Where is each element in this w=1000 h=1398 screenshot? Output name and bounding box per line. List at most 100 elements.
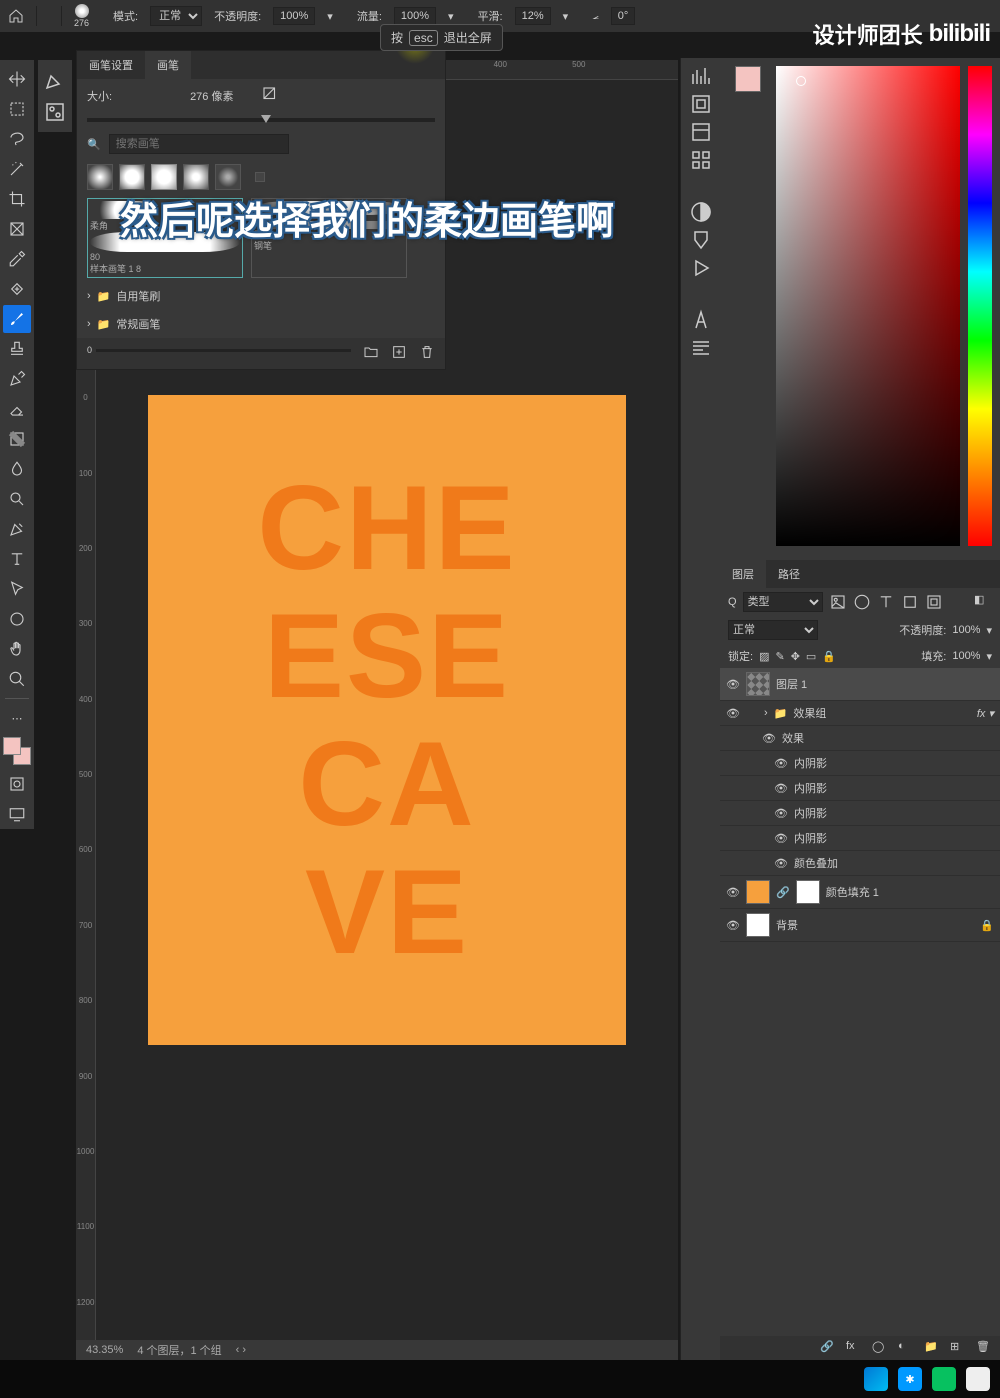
nav-arrows[interactable]: ‹ ›: [236, 1344, 246, 1356]
shape-tool[interactable]: [3, 605, 31, 633]
windows-start-icon[interactable]: [864, 1367, 888, 1391]
layer-row[interactable]: 👁内阴影: [720, 751, 1000, 776]
angle-value[interactable]: 0°: [611, 7, 636, 25]
eye-icon[interactable]: 👁: [774, 757, 788, 770]
styles-icon[interactable]: [689, 228, 713, 252]
flip-icon[interactable]: [261, 85, 279, 106]
home-icon[interactable]: [8, 8, 24, 24]
histogram-icon[interactable]: [689, 64, 713, 88]
layer-row[interactable]: 👁内阴影: [720, 826, 1000, 851]
taskbar-wechat-icon[interactable]: [932, 1367, 956, 1391]
brush-size-value[interactable]: 276 像素: [190, 88, 233, 104]
flow-value[interactable]: 100%: [394, 7, 436, 25]
chevron-down-icon[interactable]: ▾: [563, 10, 569, 23]
lasso-tool[interactable]: [3, 125, 31, 153]
new-brush-icon[interactable]: [391, 344, 407, 363]
color-sv-picker[interactable]: [776, 66, 960, 546]
gradient-tool[interactable]: [3, 425, 31, 453]
layer-opacity-value[interactable]: 100%: [952, 624, 980, 636]
tab-brush-settings[interactable]: 画笔设置: [77, 51, 145, 79]
brush-preset-picker[interactable]: 276: [74, 4, 89, 28]
trash-icon[interactable]: [419, 344, 435, 363]
brush-settings-icon[interactable]: [43, 68, 67, 92]
color-hue-slider[interactable]: [968, 66, 992, 546]
color-swatch-current[interactable]: [735, 66, 761, 92]
properties-icon[interactable]: [689, 120, 713, 144]
angle-icon[interactable]: ⦟: [592, 10, 599, 23]
layer-blend-select[interactable]: 正常: [728, 620, 818, 640]
brush-folder[interactable]: ›📁常规画笔: [77, 310, 445, 338]
filter-type-icon[interactable]: [877, 593, 895, 611]
brush-folder[interactable]: ›📁自用笔刷: [77, 282, 445, 310]
marquee-tool[interactable]: [3, 95, 31, 123]
filter-toggle-icon[interactable]: ◧: [974, 593, 992, 611]
adjustment-layer-icon[interactable]: ◐: [898, 1340, 914, 1356]
pen-tool[interactable]: [3, 515, 31, 543]
lock-all-icon[interactable]: 🔒: [822, 650, 836, 663]
filter-image-icon[interactable]: [829, 593, 847, 611]
lock-artboard-icon[interactable]: ▭: [806, 650, 816, 663]
layer-row[interactable]: 👁颜色叠加: [720, 851, 1000, 876]
layer-row[interactable]: 👁›📁效果组fx ▾: [720, 701, 1000, 726]
type-tool[interactable]: [3, 545, 31, 573]
frame-tool[interactable]: [3, 215, 31, 243]
taskbar-app-icon[interactable]: [966, 1367, 990, 1391]
libraries-icon[interactable]: [689, 148, 713, 172]
brush-tip-thumb[interactable]: [87, 164, 113, 190]
paragraph-icon[interactable]: [689, 336, 713, 360]
layer-thumb[interactable]: [746, 913, 770, 937]
mask-icon[interactable]: ◯: [872, 1340, 888, 1356]
layer-row[interactable]: 👁图层 1: [720, 668, 1000, 701]
mask-thumb[interactable]: [796, 880, 820, 904]
eye-icon[interactable]: 👁: [726, 886, 740, 899]
doc-info[interactable]: 4 个图层，1 个组: [137, 1342, 221, 1358]
fill-value[interactable]: 100%: [952, 650, 980, 662]
link-icon[interactable]: 🔗: [820, 1340, 836, 1356]
taskbar-app-icon[interactable]: ✱: [898, 1367, 922, 1391]
edit-toolbar-icon[interactable]: ⋯: [3, 704, 31, 732]
eraser-tool[interactable]: [3, 395, 31, 423]
layer-row[interactable]: 👁背景🔒: [720, 909, 1000, 942]
healing-tool[interactable]: [3, 275, 31, 303]
brush-tip-thumb[interactable]: [183, 164, 209, 190]
layer-row[interactable]: 👁效果: [720, 726, 1000, 751]
play-icon[interactable]: [689, 256, 713, 280]
brush-tip-thumb[interactable]: [119, 164, 145, 190]
brush-size-slider[interactable]: [87, 118, 435, 122]
trash-icon[interactable]: 🗑: [976, 1340, 992, 1356]
move-tool[interactable]: [3, 65, 31, 93]
lock-transparency-icon[interactable]: ▨: [759, 650, 769, 663]
path-select-tool[interactable]: [3, 575, 31, 603]
zoom-tool[interactable]: [3, 665, 31, 693]
eye-icon[interactable]: 👁: [726, 707, 740, 720]
eye-icon[interactable]: 👁: [774, 832, 788, 845]
brush-tip-thumb[interactable]: [215, 164, 241, 190]
navigator-icon[interactable]: [689, 92, 713, 116]
brush-tip-thumb[interactable]: [255, 172, 265, 182]
eye-icon[interactable]: 👁: [774, 857, 788, 870]
eye-icon[interactable]: 👁: [762, 732, 776, 745]
color-swatches[interactable]: [3, 737, 31, 765]
chevron-down-icon[interactable]: ▾: [448, 10, 454, 23]
chevron-down-icon[interactable]: ▾: [327, 10, 333, 23]
filter-smartobj-icon[interactable]: [925, 593, 943, 611]
preview-size-slider[interactable]: 0: [87, 344, 351, 356]
layer-row[interactable]: 👁内阴影: [720, 776, 1000, 801]
layer-row[interactable]: 👁内阴影: [720, 801, 1000, 826]
layer-row[interactable]: 👁🔗颜色填充 1: [720, 876, 1000, 909]
hand-tool[interactable]: [3, 635, 31, 663]
smoothing-value[interactable]: 12%: [515, 7, 551, 25]
opacity-value[interactable]: 100%: [273, 7, 315, 25]
layer-filter-select[interactable]: 类型: [743, 592, 823, 612]
crop-tool[interactable]: [3, 185, 31, 213]
brush-tool[interactable]: [3, 305, 31, 333]
blur-tool[interactable]: [3, 455, 31, 483]
brush-search-input[interactable]: [109, 134, 289, 154]
history-brush-tool[interactable]: [3, 365, 31, 393]
adjustments-icon[interactable]: [689, 200, 713, 224]
eye-icon[interactable]: 👁: [726, 919, 740, 932]
layer-thumb[interactable]: [746, 672, 770, 696]
brush-tip-thumb[interactable]: [151, 164, 177, 190]
lock-position-icon[interactable]: ✥: [791, 650, 800, 663]
fx-icon[interactable]: fx: [846, 1340, 862, 1356]
